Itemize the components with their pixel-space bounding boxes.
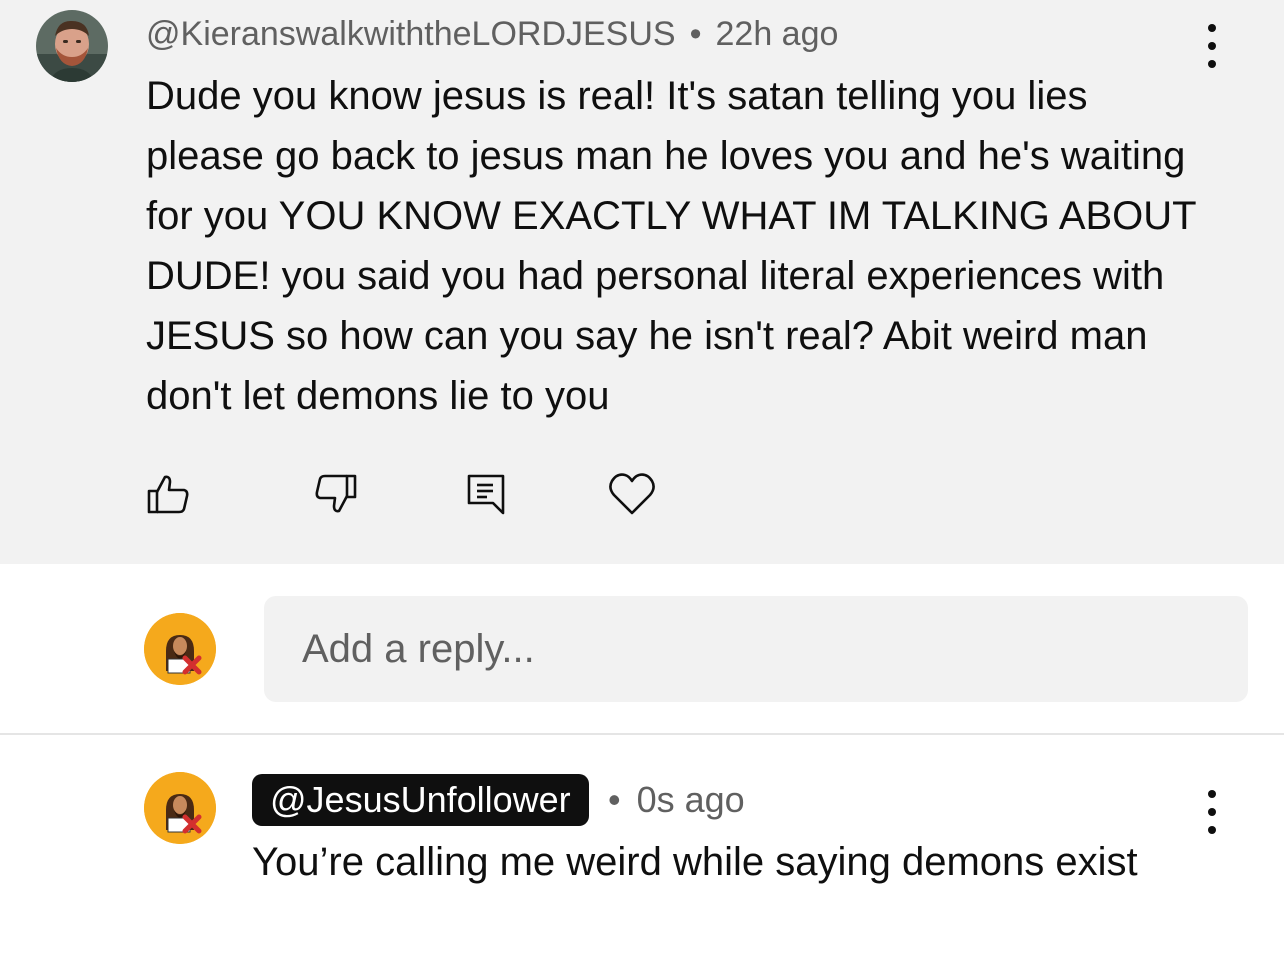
reply-text: You’re calling me weird while saying dem… [252,840,1138,884]
commenter-avatar[interactable] [36,10,108,82]
meta-separator: • [608,779,621,820]
comment-more-button[interactable] [1200,24,1224,68]
reply-button[interactable] [458,466,514,522]
comment-author[interactable]: @KieranswalkwiththeLORDJESUS [146,15,676,53]
reply-more-button[interactable] [1200,790,1224,834]
reply-composer [0,564,1284,734]
more-vertical-icon [1208,790,1216,798]
comment-text: Dude you know jesus is real! It's satan … [146,74,1196,418]
comment-meta: @KieranswalkwiththeLORDJESUS • 22h ago [146,14,838,54]
reply-author-badge[interactable]: @JesusUnfollower [252,774,589,826]
reply-meta: • 0s ago [608,778,745,822]
reply-icon [467,474,505,515]
reply-comment: @JesusUnfollower • 0s ago You’re calling … [0,736,1284,959]
more-vertical-icon [1208,24,1216,32]
reply-author-avatar[interactable] [144,772,216,844]
comment-time: 22h ago [715,15,839,53]
divider [0,733,1284,735]
reply-input[interactable] [264,596,1248,702]
dislike-button[interactable] [308,466,364,522]
reply-time: 0s ago [636,779,745,820]
like-icon [147,475,189,514]
heart-icon [609,473,655,515]
like-button[interactable] [140,466,196,522]
dislike-icon [315,474,357,513]
my-avatar[interactable] [144,613,216,685]
heart-button[interactable] [604,466,660,522]
top-comment: @KieranswalkwiththeLORDJESUS • 22h ago Dud… [0,0,1284,564]
meta-separator: • [689,15,702,53]
